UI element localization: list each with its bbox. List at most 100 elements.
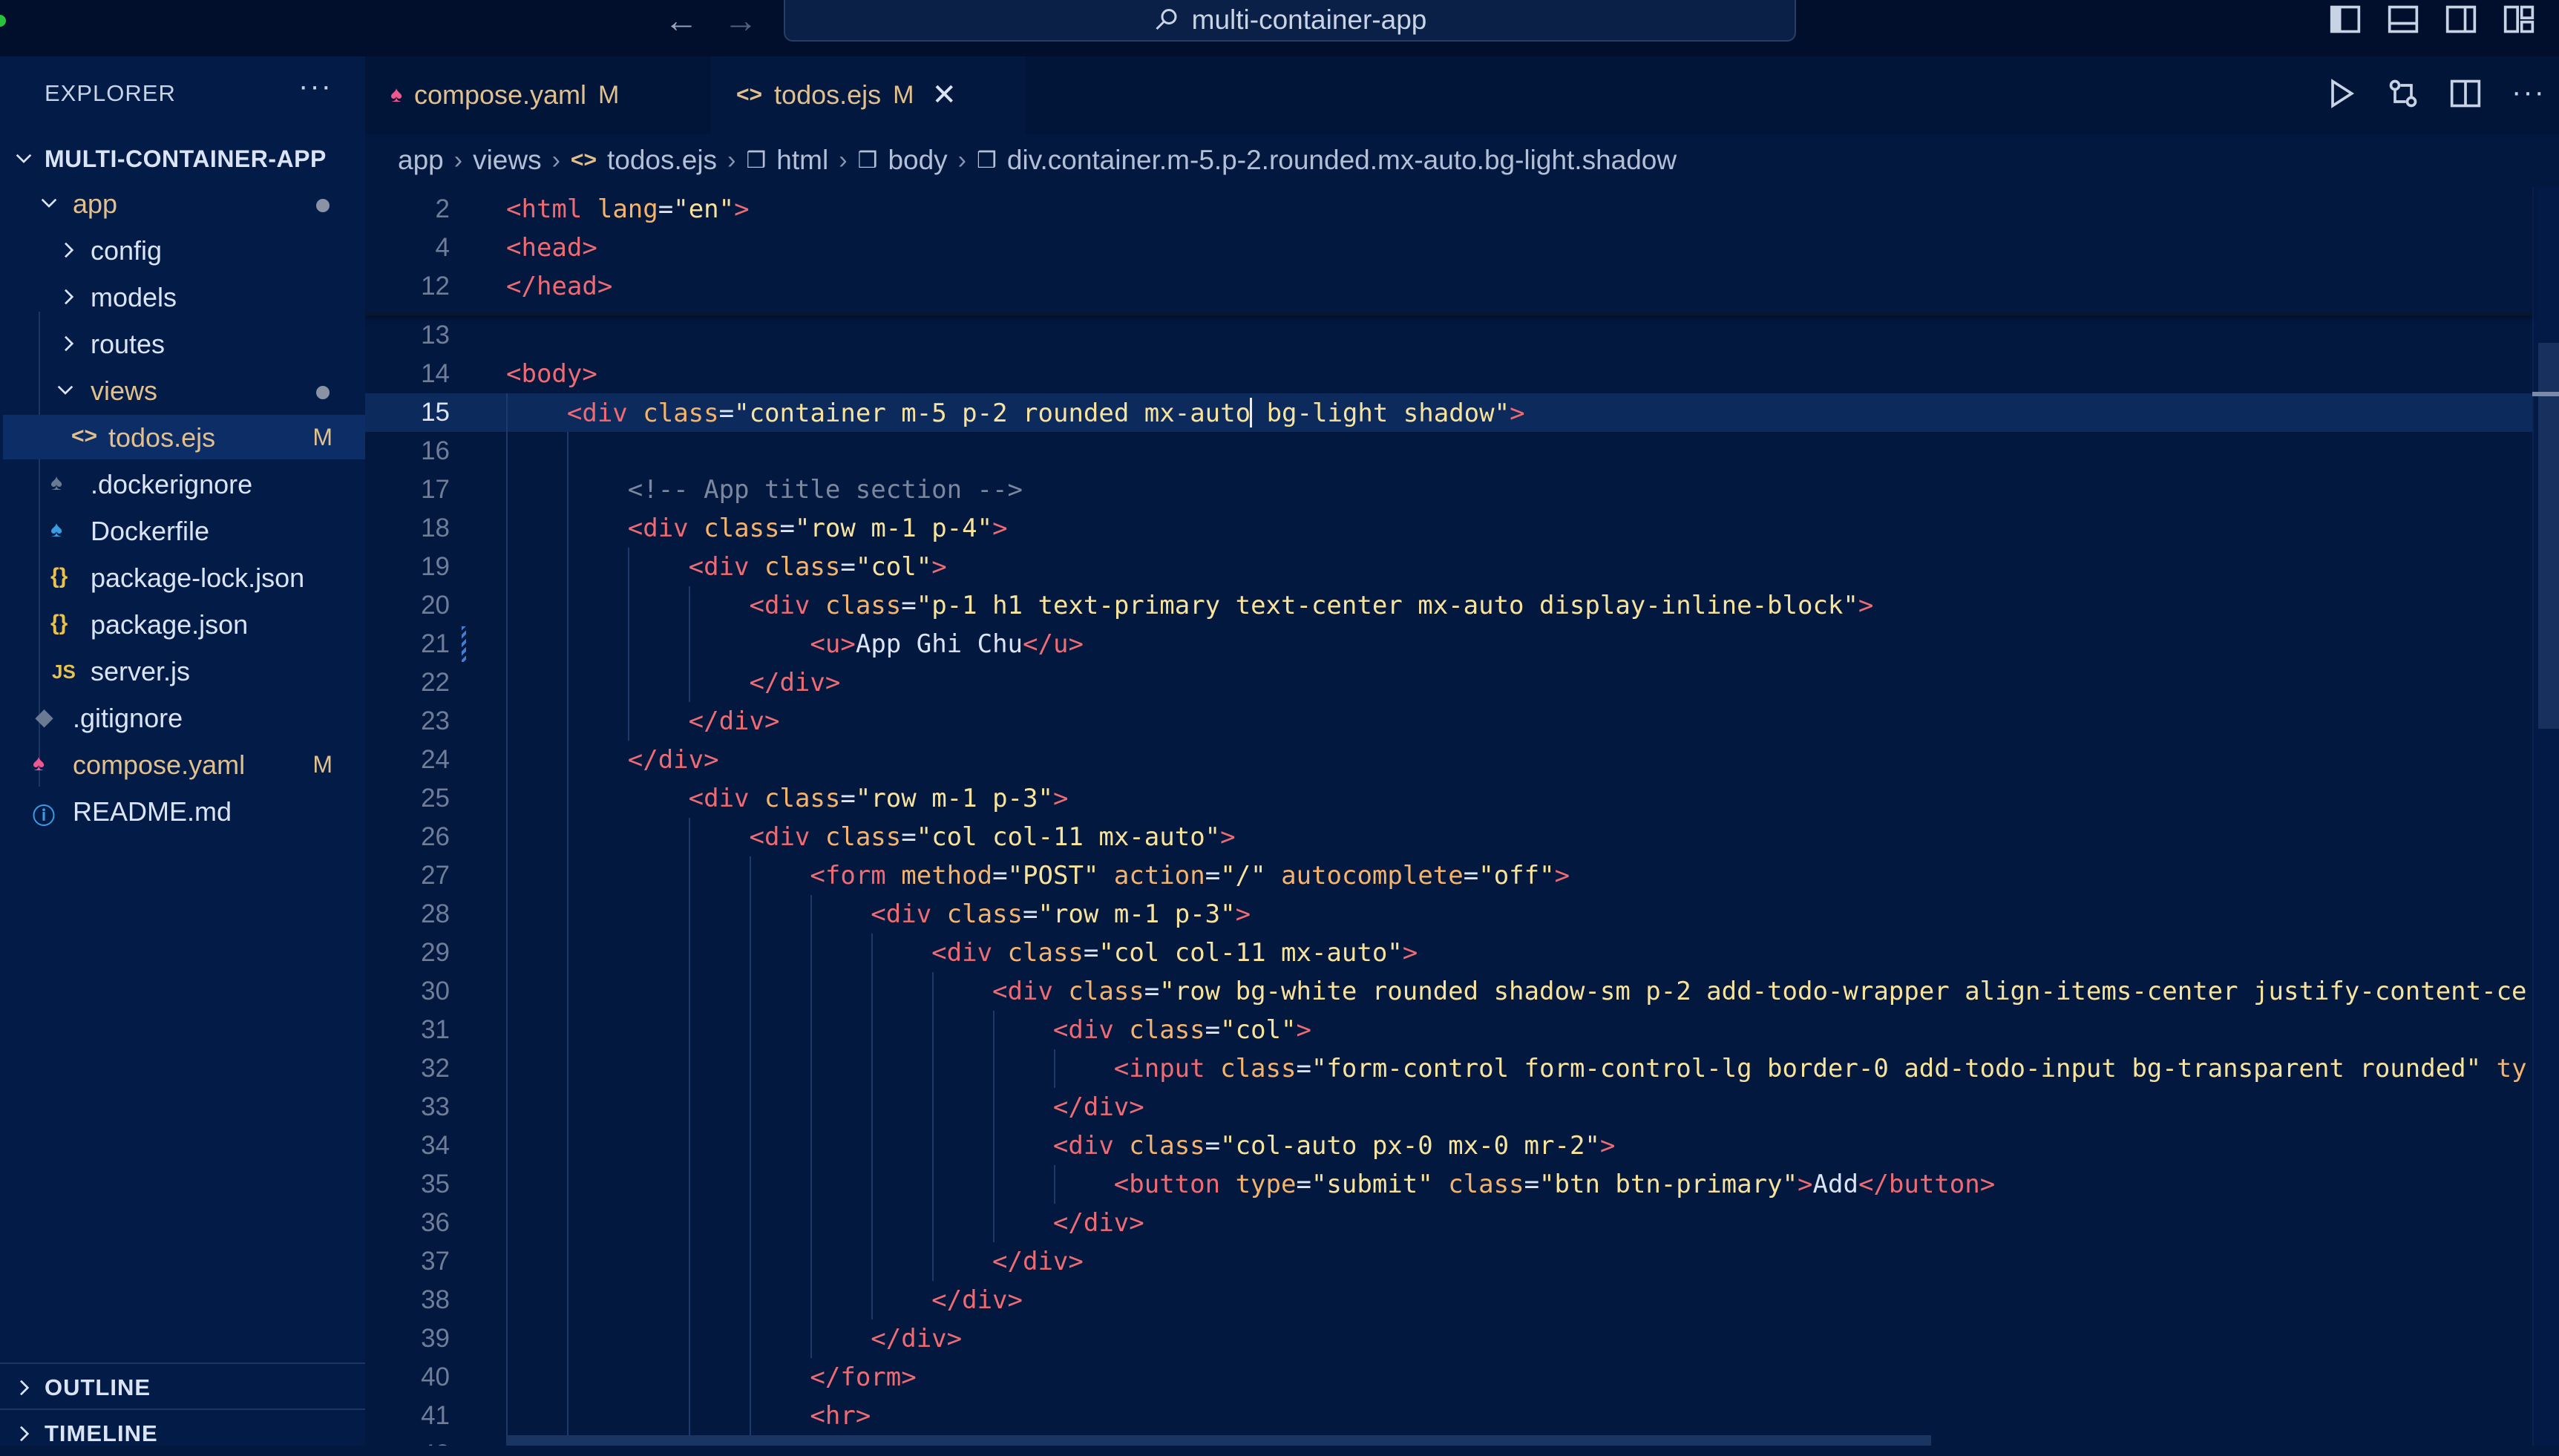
breadcrumb-item[interactable]: div.container.m-5.p-2.rounded.mx-auto.bg…: [1007, 145, 1677, 176]
tab-compose-yaml[interactable]: ♠ compose.yaml M: [390, 56, 736, 134]
line-number: 25: [421, 784, 450, 813]
code-line[interactable]: 39 </div>: [365, 1319, 2532, 1358]
tree-file-dockerfile[interactable]: ♠ Dockerfile: [0, 508, 365, 553]
command-center-search[interactable]: multi-container-app: [784, 0, 1796, 42]
line-number: 21: [421, 629, 450, 658]
code-line[interactable]: 27 <form method="POST" action="/" autoco…: [365, 856, 2532, 895]
code-line[interactable]: 30 <div class="row bg-white rounded shad…: [365, 972, 2532, 1011]
tree-folder-app[interactable]: app: [0, 181, 365, 226]
line-number: 37: [421, 1247, 450, 1276]
line-number: 17: [421, 475, 450, 504]
code-line[interactable]: 40 </form>: [365, 1358, 2532, 1397]
line-number: 14: [421, 359, 450, 388]
code-line[interactable]: 17 <!-- App title section -->: [365, 470, 2532, 509]
modified-dot: [316, 386, 330, 399]
tree-item-label: views: [91, 376, 158, 406]
timeline-section-header[interactable]: TIMELINE: [0, 1409, 365, 1456]
tab-todos-ejs[interactable]: <> todos.ejs M ✕: [711, 56, 1026, 134]
code-file-icon: <>: [736, 82, 763, 107]
code-line[interactable]: 26 <div class="col col-11 mx-auto">: [365, 818, 2532, 856]
run-icon[interactable]: [2324, 77, 2357, 110]
code-line[interactable]: 15 <div class="container m-5 p-2 rounded…: [365, 393, 2532, 432]
code-line[interactable]: 20 <div class="p-1 h1 text-primary text-…: [365, 586, 2532, 625]
toggle-primary-sidebar-icon[interactable]: [2329, 3, 2362, 36]
workspace-root-folder[interactable]: MULTI-CONTAINER-APP: [0, 137, 365, 181]
git-diamond-icon: ◆: [36, 705, 53, 729]
tree-file-server-js[interactable]: JS server.js: [0, 649, 365, 693]
toggle-panel-icon[interactable]: [2387, 3, 2419, 36]
code-file-icon: <>: [570, 148, 597, 172]
close-tab-icon[interactable]: ✕: [931, 78, 957, 112]
code-line[interactable]: 36 </div>: [365, 1204, 2532, 1242]
code-line[interactable]: 12 </head>: [365, 267, 2532, 306]
tree-file-dockerignore[interactable]: ♠ .dockerignore: [0, 462, 365, 506]
code-text: <div class="row m-1 p-3">: [688, 784, 1069, 813]
indent-guide: [1054, 1165, 1055, 1204]
editor-more-actions-icon[interactable]: ···: [2512, 77, 2546, 110]
breadcrumb-item[interactable]: html: [776, 145, 828, 176]
line-number: 35: [421, 1170, 450, 1198]
window-zoom-button[interactable]: [0, 15, 6, 27]
code-text: <div class="col">: [688, 552, 947, 582]
compare-changes-icon[interactable]: [2387, 77, 2419, 110]
modified-badge: M: [312, 424, 332, 450]
tree-file-compose-yaml[interactable]: ♠ compose.yaml M: [0, 742, 365, 787]
code-line[interactable]: 32 <input class="form-control form-contr…: [365, 1049, 2532, 1088]
code-line[interactable]: 23 </div>: [365, 702, 2532, 741]
tree-file-package-lock-json[interactable]: {} package-lock.json: [0, 555, 365, 600]
sticky-scroll-header[interactable]: 2 <html lang="en"> 4 <head> 12 </head>: [365, 187, 2532, 315]
tree-file-package-json[interactable]: {} package.json: [0, 602, 365, 646]
line-number: 18: [421, 514, 450, 542]
customize-layout-icon[interactable]: [2503, 3, 2535, 36]
code-line[interactable]: 37 </div>: [365, 1242, 2532, 1281]
code-line[interactable]: 4 <head>: [365, 229, 2532, 267]
code-line[interactable]: 13: [365, 316, 2532, 355]
code-line[interactable]: 34 <div class="col-auto px-0 mx-0 mr-2">: [365, 1127, 2532, 1165]
explorer-more-actions-icon[interactable]: ···: [298, 70, 332, 103]
code-line[interactable]: 29 <div class="col col-11 mx-auto">: [365, 934, 2532, 972]
line-number: 42: [365, 1440, 450, 1446]
go-forward-icon[interactable]: →: [724, 3, 758, 37]
tree-folder-config[interactable]: config: [0, 228, 365, 272]
outline-label: OUTLINE: [45, 1374, 151, 1400]
tree-file-gitignore[interactable]: ◆ .gitignore: [0, 695, 365, 740]
vertical-scrollbar[interactable]: [2538, 343, 2559, 729]
code-line[interactable]: 28 <div class="row m-1 p-3">: [365, 895, 2532, 934]
code-line[interactable]: 31 <div class="col">: [365, 1011, 2532, 1049]
tree-file-readme-md[interactable]: ⓘ README.md: [0, 789, 365, 833]
breadcrumb-item[interactable]: body: [888, 145, 947, 176]
breadcrumb: app › views › <> todos.ejs › ❒ html › ❒ …: [398, 134, 1677, 187]
code-text: </div>: [992, 1247, 1084, 1276]
breadcrumb-item[interactable]: todos.ejs: [607, 145, 717, 176]
code-line[interactable]: 25 <div class="row m-1 p-3">: [365, 779, 2532, 818]
code-line[interactable]: 38 </div>: [365, 1281, 2532, 1319]
tree-file-todos-ejs[interactable]: <> todos.ejs M: [3, 415, 365, 459]
tree-folder-routes[interactable]: routes: [0, 321, 365, 366]
code-line[interactable]: 33 </div>: [365, 1088, 2532, 1127]
code-editor[interactable]: 2 <html lang="en"> 4 <head> 12 </head> 13 14 <b…: [365, 187, 2559, 1446]
code-line[interactable]: 24 </div>: [365, 741, 2532, 779]
breadcrumb-item[interactable]: app: [398, 145, 444, 176]
breadcrumb-item[interactable]: views: [473, 145, 542, 176]
code-line[interactable]: 19 <div class="col">: [365, 548, 2532, 586]
code-line[interactable]: 35 <button type="submit" class="btn btn-…: [365, 1165, 2532, 1204]
code-line[interactable]: 14 <body>: [365, 355, 2532, 393]
code-text: <div class="col col-11 mx-auto">: [749, 822, 1236, 852]
go-back-icon[interactable]: ←: [664, 3, 698, 37]
toggle-secondary-sidebar-icon[interactable]: [2445, 3, 2477, 36]
code-line[interactable]: 16: [365, 432, 2532, 470]
code-line[interactable]: 41 <hr>: [365, 1397, 2532, 1435]
line-number: 31: [421, 1015, 450, 1044]
chevron-right-icon: [65, 242, 74, 258]
explorer-sidebar: EXPLORER ··· MULTI-CONTAINER-APP app con…: [0, 56, 365, 1446]
code-line[interactable]: 21 <u>App Ghi Chu</u>: [365, 625, 2532, 663]
tree-folder-models[interactable]: models: [0, 275, 365, 319]
code-line[interactable]: 18 <div class="row m-1 p-4">: [365, 509, 2532, 548]
split-editor-icon[interactable]: [2449, 77, 2482, 110]
tree-folder-views[interactable]: views: [0, 368, 365, 413]
gutter-change-marker[interactable]: [462, 626, 466, 662]
code-line[interactable]: 22 </div>: [365, 663, 2532, 702]
outline-section-header[interactable]: OUTLINE: [0, 1362, 365, 1410]
code-line[interactable]: 2 <html lang="en">: [365, 190, 2532, 229]
horizontal-scrollbar[interactable]: [506, 1435, 1931, 1446]
